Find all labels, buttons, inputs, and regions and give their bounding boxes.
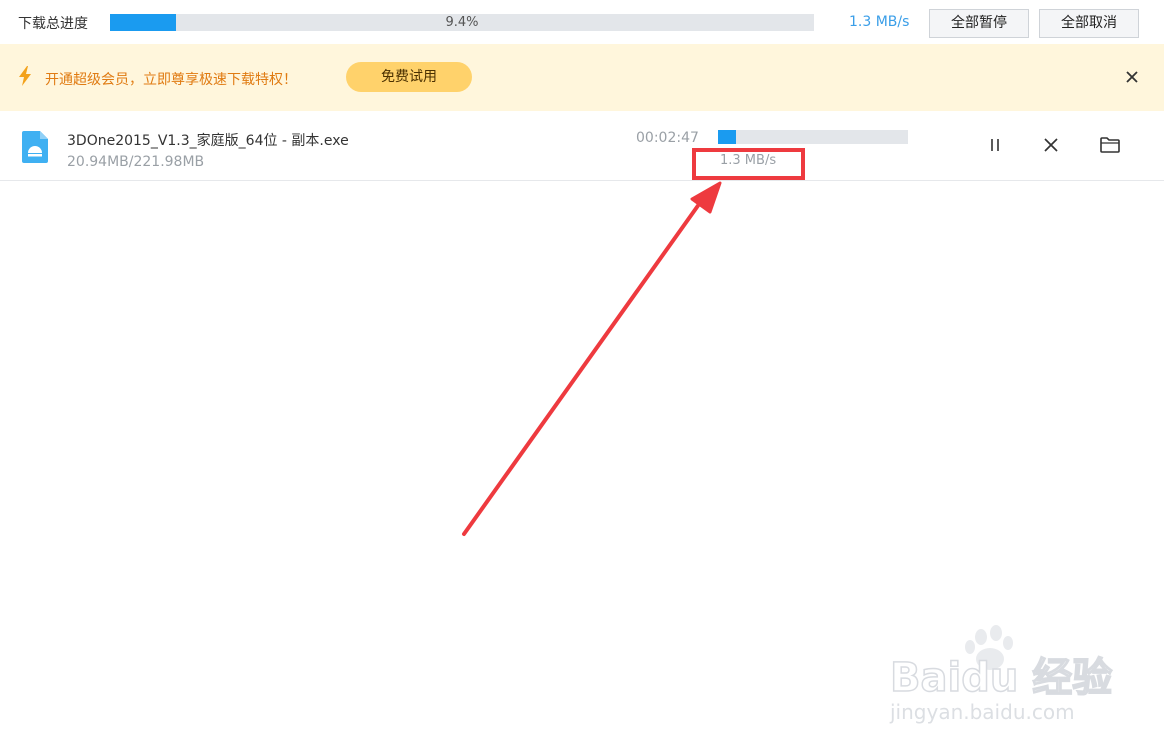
close-icon[interactable]	[1124, 69, 1140, 85]
total-progress-bar: 9.4%	[110, 14, 814, 31]
file-progress-bar	[718, 130, 908, 144]
baidu-jingyan-watermark: Baidu 经验 jingyan.baidu.com	[889, 625, 1113, 724]
download-item-row[interactable]: 3DOne2015_V1.3_家庭版_64位 - 副本.exe 20.94MB/…	[0, 111, 1164, 181]
pause-icon[interactable]	[985, 135, 1005, 155]
vip-promo-banner: 开通超级会员，立即尊享极速下载特权！ 免费试用	[0, 44, 1164, 111]
cancel-all-button[interactable]: 全部取消	[1039, 9, 1139, 38]
folder-icon[interactable]	[1099, 135, 1121, 155]
free-trial-button[interactable]: 免费试用	[346, 62, 472, 92]
total-progress-title: 下载总进度	[18, 16, 88, 32]
watermark-brand: Baidu 经验	[890, 655, 1112, 701]
annotation-highlight-box	[692, 148, 805, 180]
pause-all-button[interactable]: 全部暂停	[929, 9, 1029, 38]
close-icon[interactable]	[1042, 136, 1060, 154]
total-progress-text: 9.4%	[445, 15, 479, 30]
promo-text: 开通超级会员，立即尊享极速下载特权！	[45, 72, 297, 88]
total-speed: 1.3 MB/s	[849, 14, 910, 30]
file-size: 20.94MB/221.98MB	[67, 154, 205, 170]
file-exe-icon	[22, 131, 48, 163]
time-remaining: 00:02:47	[636, 130, 699, 146]
lightning-icon	[19, 66, 31, 86]
file-name: 3DOne2015_V1.3_家庭版_64位 - 副本.exe	[67, 133, 349, 149]
download-header: 下载总进度 9.4% 1.3 MB/s 全部暂停 全部取消	[0, 0, 1164, 44]
file-progress-fill	[718, 130, 736, 144]
watermark-url: jingyan.baidu.com	[889, 700, 1075, 724]
